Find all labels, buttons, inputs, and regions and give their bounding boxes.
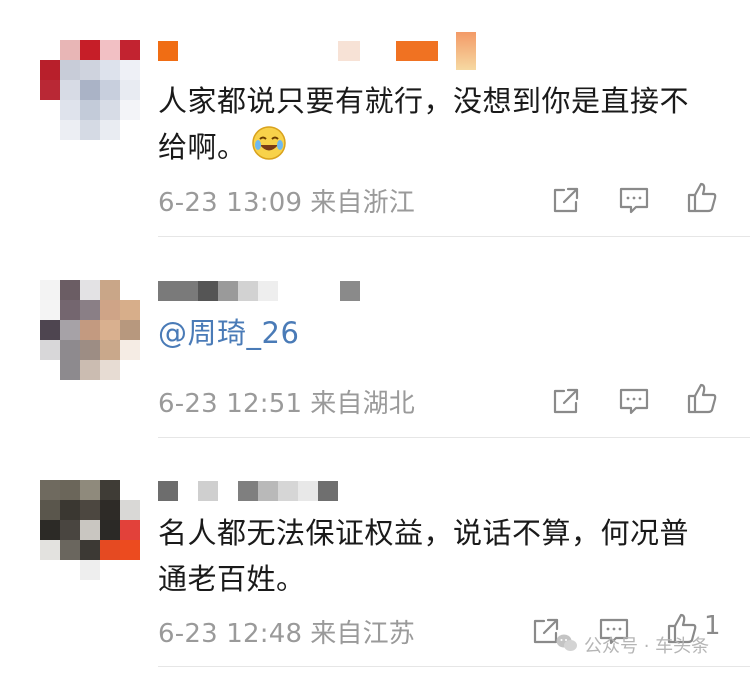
comment-text: 人家都说只要有就行，没想到你是直接不给啊。 — [158, 78, 714, 174]
comment-date: 6-23 12:48 — [158, 619, 303, 649]
username-blurred[interactable] — [158, 32, 476, 70]
mention-link[interactable]: @周琦_26 — [158, 316, 299, 350]
watermark: 公众号 · 车头条 — [556, 632, 709, 658]
comment-location: 来自湖北 — [310, 389, 416, 419]
comment-date: 6-23 13:09 — [158, 188, 303, 218]
divider — [158, 666, 750, 667]
like-icon[interactable] — [684, 381, 720, 417]
comment-text: @周琦_26 — [158, 310, 714, 356]
avatar[interactable] — [40, 40, 140, 140]
comment-date: 6-23 12:51 — [158, 389, 303, 419]
divider — [158, 437, 750, 438]
avatar[interactable] — [40, 480, 140, 580]
laughing-crying-emoji-icon — [251, 125, 287, 174]
username-blurred[interactable] — [158, 480, 338, 502]
watermark-text: 公众号 · 车头条 — [584, 636, 710, 657]
comment-text-content: 人家都说只要有就行，没想到你是直接不给啊。 — [158, 84, 690, 164]
username-blurred[interactable] — [158, 280, 360, 302]
share-icon[interactable] — [548, 182, 584, 218]
like-icon[interactable] — [684, 180, 720, 216]
comment-text-content: 名人都无法保证权益，说话不算，何况普通老百姓。 — [158, 516, 690, 596]
divider — [158, 236, 750, 237]
wechat-icon — [556, 633, 578, 658]
share-icon[interactable] — [548, 383, 584, 419]
comment-meta: 6-23 13:09 来自浙江 — [158, 182, 415, 219]
comment-text: 名人都无法保证权益，说话不算，何况普通老百姓。 — [158, 510, 714, 602]
comment-meta: 6-23 12:51 来自湖北 — [158, 383, 415, 420]
avatar[interactable] — [40, 280, 140, 380]
reply-icon[interactable] — [616, 182, 652, 218]
reply-icon[interactable] — [616, 383, 652, 419]
comment-location: 来自浙江 — [310, 188, 416, 218]
comment-location: 来自江苏 — [310, 619, 416, 649]
comment-meta: 6-23 12:48 来自江苏 — [158, 613, 415, 650]
